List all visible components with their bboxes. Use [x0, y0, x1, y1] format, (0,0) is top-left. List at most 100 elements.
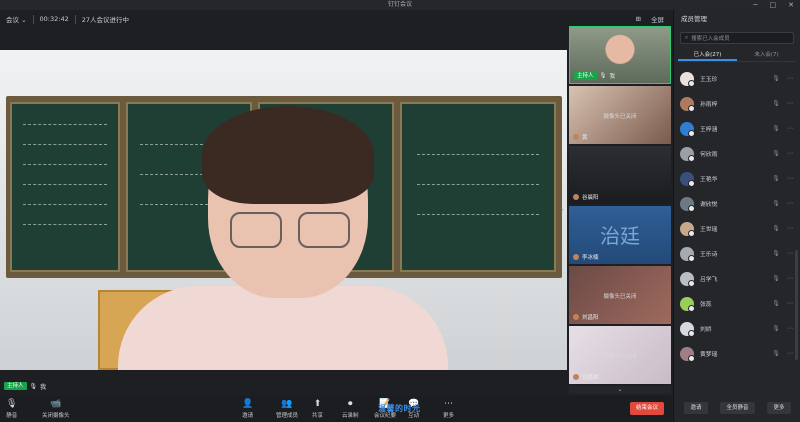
search-input[interactable]: 搜索已入会成员	[691, 34, 730, 42]
main-video[interactable]	[0, 50, 567, 370]
member-name: 黄梦瑶	[700, 352, 718, 358]
member-row[interactable]: 刘娇 🎙 ⋯	[674, 316, 800, 341]
more-icon[interactable]: ⋯	[786, 75, 794, 82]
share-button[interactable]: ⬆ 共享	[312, 399, 323, 419]
mic-muted-icon[interactable]: 🎙	[772, 225, 780, 232]
scrollbar[interactable]	[795, 250, 798, 360]
mic-muted-icon[interactable]: 🎙	[772, 350, 780, 357]
avatar	[680, 121, 695, 137]
chevron-down-icon[interactable]: ⌄	[569, 386, 671, 394]
more-icon[interactable]: ⋯	[786, 225, 794, 232]
avatar	[573, 134, 579, 140]
member-row[interactable]: 谢欣悦 🎙 ⋯	[674, 191, 800, 216]
thumbnail-caption: 谷晨阳	[573, 193, 599, 201]
member-row[interactable]: 王玉珍 🎙 ⋯	[674, 66, 800, 91]
more-icon[interactable]: ⋯	[786, 175, 794, 182]
camera-button[interactable]: 📹 关闭摄像头	[42, 399, 70, 419]
tab-not-joined[interactable]: 未入会(7)	[737, 48, 796, 61]
participant-thumbnail[interactable]: 谷晨阳	[569, 146, 671, 204]
mic-muted-icon[interactable]: 🎙	[772, 250, 780, 257]
member-name: 刘娇	[700, 327, 712, 333]
avatar	[680, 321, 695, 337]
minimize-icon[interactable]: ─	[753, 1, 757, 9]
member-row[interactable]: 王世瑶 🎙 ⋯	[674, 216, 800, 241]
member-row[interactable]: 何欣雨 🎙 ⋯	[674, 141, 800, 166]
avatar	[680, 146, 695, 162]
invite-button[interactable]: 邀请	[684, 402, 708, 414]
mic-muted-icon[interactable]: 🎙	[772, 200, 780, 207]
close-icon[interactable]: ✕	[788, 1, 794, 9]
invite-button[interactable]: 👤 邀请	[242, 399, 253, 419]
chevron-right-icon[interactable]: ›	[561, 205, 564, 214]
mic-label: 静音	[6, 413, 18, 419]
mic-icon: 🎙	[29, 382, 38, 390]
watermark: 温馨的时光	[378, 404, 421, 413]
camera-off-text: 摄像头已关闭	[603, 354, 637, 360]
mic-muted-icon[interactable]: 🎙	[772, 100, 780, 107]
member-row[interactable]: 吕学飞 🎙 ⋯	[674, 266, 800, 291]
more-icon[interactable]: ⋯	[786, 250, 794, 257]
more-button[interactable]: 更多	[767, 402, 791, 414]
participant-thumbnail[interactable]: 主持人 🎙 我	[569, 26, 671, 84]
participant-thumbnail[interactable]: 摄像头已关闭黄	[569, 86, 671, 144]
speaker-label: 主持人 🎙 我	[0, 380, 567, 392]
members-button[interactable]: 👥 管理成员	[276, 399, 298, 419]
mic-muted-icon[interactable]: 🎙	[772, 300, 780, 307]
record-button[interactable]: ⏺ 云录制	[342, 399, 359, 419]
member-search[interactable]: ⌕ 搜索已入会成员	[680, 32, 794, 44]
panel-title: 成员管理	[681, 15, 707, 23]
more-icon[interactable]: ⋯	[786, 150, 794, 157]
participant-thumbnail[interactable]: 摄像头已关闭 刘昌阳	[569, 266, 671, 324]
end-meeting-button[interactable]: 结束会议	[630, 402, 664, 415]
member-row[interactable]: 孙雨梓 🎙 ⋯	[674, 91, 800, 116]
mute-all-button[interactable]: 全员静音	[720, 402, 755, 414]
mic-muted-icon[interactable]: 🎙	[772, 175, 780, 182]
participant-thumbnail[interactable]: 治廷 李冰楠	[569, 206, 671, 264]
more-icon[interactable]: ⋯	[786, 200, 794, 207]
member-name: 王玉珍	[700, 77, 718, 83]
avatar	[680, 171, 695, 187]
member-row[interactable]: 王乐诗 🎙 ⋯	[674, 241, 800, 266]
avatar	[573, 374, 579, 380]
mic-muted-icon[interactable]: 🎙	[772, 275, 780, 282]
more-icon[interactable]: ⋯	[786, 275, 794, 282]
divider	[74, 14, 76, 24]
member-row[interactable]: 王艳华 🎙 ⋯	[674, 166, 800, 191]
board-panel	[10, 102, 120, 272]
title-bar: 钉钉会议 ─ □ ✕	[0, 0, 800, 10]
more-icon: ⋯	[444, 399, 453, 409]
grid-view-icon[interactable]: ⊞	[636, 15, 641, 23]
participant-name: 刘嘉琪	[582, 375, 599, 381]
mic-muted-icon[interactable]: 🎙	[772, 325, 780, 332]
host-tag: 主持人	[574, 72, 597, 80]
mic-muted-icon[interactable]: 🎙	[772, 75, 780, 82]
invite-label: 邀请	[242, 413, 254, 419]
avatar	[573, 254, 579, 260]
meeting-timer: 00:32:42	[39, 15, 69, 23]
member-row[interactable]: 张蕊 🎙 ⋯	[674, 291, 800, 316]
mic-icon: 🎙	[599, 73, 607, 79]
more-icon[interactable]: ⋯	[786, 125, 794, 132]
participant-thumbnail[interactable]: 摄像头已关闭刘嘉琪	[569, 326, 671, 384]
member-row[interactable]: 王梓涵 🎙 ⋯	[674, 116, 800, 141]
more-icon[interactable]: ⋯	[786, 300, 794, 307]
mic-muted-icon[interactable]: 🎙	[772, 150, 780, 157]
more-icon[interactable]: ⋯	[786, 100, 794, 107]
speaker-figure	[118, 106, 448, 370]
thumbnail-caption: 主持人 🎙 我	[574, 72, 615, 80]
meeting-menu[interactable]: 会议 ⌄	[6, 14, 27, 24]
more-icon[interactable]: ⋯	[786, 350, 794, 357]
mic-muted-icon[interactable]: 🎙	[772, 125, 780, 132]
tab-joined[interactable]: 已入会(27)	[678, 48, 737, 61]
more-button[interactable]: ⋯ 更多	[443, 399, 454, 419]
maximize-icon[interactable]: □	[770, 1, 777, 9]
more-icon[interactable]: ⋯	[786, 325, 794, 332]
members-label: 管理成员	[276, 413, 299, 419]
share-label: 共享	[312, 413, 324, 419]
fullscreen-button[interactable]: 全屏	[651, 14, 664, 24]
participant-name: 李冰楠	[582, 255, 599, 261]
member-row[interactable]: 黄梦瑶 🎙 ⋯	[674, 341, 800, 366]
participant-name: 我	[609, 74, 616, 80]
mic-button[interactable]: 🎙 静音	[6, 399, 17, 419]
participant-name: 刘昌阳	[582, 315, 599, 321]
